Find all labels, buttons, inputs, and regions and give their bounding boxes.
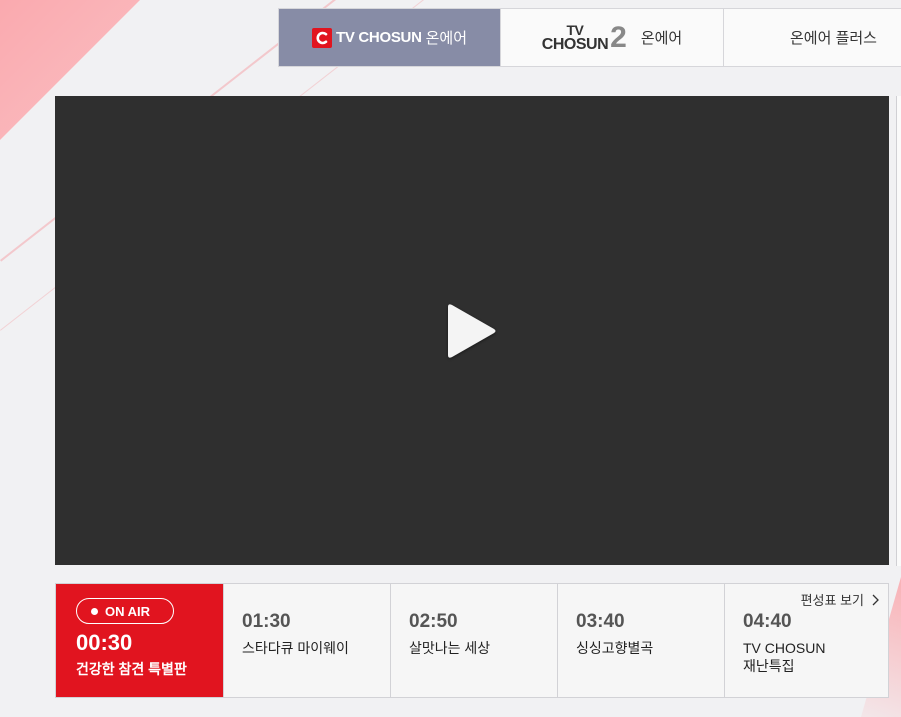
tab-onair-plus[interactable]: 온에어 플러스 xyxy=(724,9,901,66)
slot-time: 01:30 xyxy=(242,611,291,632)
onair-badge-label: ON AIR xyxy=(105,603,151,619)
onair-title: 건강한 참견 특별판 xyxy=(76,661,187,678)
video-player[interactable] xyxy=(55,96,889,565)
channel-tabs: TV CHOSUN 온에어 TV CHOSUN 2 온에어 온에어 플러스 xyxy=(278,8,901,67)
schedule-slot[interactable]: 03:40 싱싱고향별곡 xyxy=(557,584,724,697)
tab-label: 온에어 xyxy=(425,30,468,47)
side-panel-edge xyxy=(896,96,901,566)
slot-title: 스타다큐 마이웨이 xyxy=(242,639,349,656)
schedule-slot[interactable]: 편성표 보기 04:40 TV CHOSUN 재난특집 xyxy=(724,584,888,697)
play-icon[interactable] xyxy=(442,299,502,363)
schedule-slot[interactable]: 02:50 살맛나는 세상 xyxy=(390,584,557,697)
tab-brand: TV CHOSUN xyxy=(335,29,422,46)
broadcast-schedule: ON AIR 00:30 건강한 참견 특별판 01:30 스타다큐 마이웨이 … xyxy=(55,583,889,698)
slot-title: TV CHOSUN 재난특집 xyxy=(743,639,826,675)
view-schedule-link[interactable]: 편성표 보기 xyxy=(801,590,882,609)
tab-tvchosun-onair[interactable]: TV CHOSUN 온에어 xyxy=(279,9,501,66)
onair-badge: ON AIR xyxy=(76,598,175,624)
live-dot-icon xyxy=(91,607,98,615)
tvchosun2-logo: TV CHOSUN 2 xyxy=(541,20,627,54)
slot-time: 03:40 xyxy=(576,611,625,632)
view-schedule-label: 편성표 보기 xyxy=(800,593,864,608)
logo-chosun-text: CHOSUN xyxy=(541,35,609,53)
onair-time: 00:30 xyxy=(76,630,133,655)
slot-title: 살맛나는 세상 xyxy=(409,639,491,656)
onair-now[interactable]: ON AIR 00:30 건강한 참견 특별판 xyxy=(56,584,223,697)
logo-number: 2 xyxy=(610,20,627,54)
tvchosun-logo-icon xyxy=(311,27,332,48)
chevron-right-icon xyxy=(872,594,879,605)
logo-tv-text: TV xyxy=(566,21,584,38)
slot-title: 싱싱고향별곡 xyxy=(576,639,654,656)
slot-time: 02:50 xyxy=(409,611,458,632)
tab-label: 온에어 xyxy=(640,30,683,47)
schedule-slot[interactable]: 01:30 스타다큐 마이웨이 xyxy=(223,584,390,697)
slot-time: 04:40 xyxy=(743,611,792,632)
tab-label: 온에어 플러스 xyxy=(790,30,877,47)
tab-tvchosun2-onair[interactable]: TV CHOSUN 2 온에어 xyxy=(501,9,724,66)
